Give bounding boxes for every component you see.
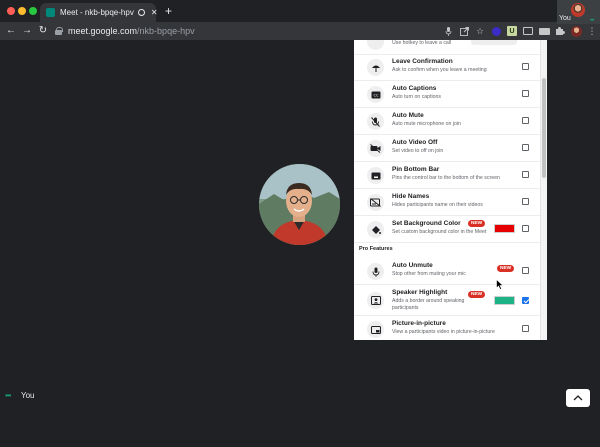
row-title: Auto Captions: [392, 85, 437, 92]
row-desc: Pins the control bar to the bottom of th…: [392, 175, 500, 181]
scrollbar-thumb[interactable]: [542, 78, 546, 178]
video-off-icon: [367, 140, 384, 157]
highlight-color-swatch[interactable]: [494, 296, 515, 305]
expand-controls-button[interactable]: [566, 389, 590, 407]
browser-window: Meet - nkb-bpqe-hpv ✕ + ← → ↻ meet.googl…: [0, 0, 600, 447]
extension-purple-icon[interactable]: [488, 22, 504, 40]
maximize-window-button[interactable]: [29, 7, 37, 15]
new-badge: NEW: [468, 291, 486, 298]
bookmark-star-icon[interactable]: ☆: [472, 22, 488, 40]
settings-row-hide-names: Hide Names Hides participants name on th…: [354, 189, 541, 216]
row-desc: Set video to off on join: [392, 148, 444, 154]
extension-box-icon[interactable]: [520, 22, 536, 40]
participant-avatar: [259, 164, 340, 245]
settings-row-auto-video-off: Auto Video Off Set video to off on join: [354, 135, 541, 162]
row-title: Pin Bottom Bar: [392, 166, 440, 173]
extension-camera-icon[interactable]: [536, 22, 552, 40]
row-desc: View a participants video in picture-in-…: [392, 329, 495, 335]
row-desc: Ask to confirm when you leave a meeting: [392, 67, 487, 73]
hotkey-icon: [367, 40, 384, 50]
open-external-icon[interactable]: [456, 22, 472, 40]
row-title: Set Background Color: [392, 220, 461, 227]
background-color-checkbox[interactable]: [522, 225, 529, 232]
row-desc: Set custom background color in the Meet: [392, 229, 487, 235]
hide-names-checkbox[interactable]: [522, 198, 529, 205]
tab-strip: Meet - nkb-bpqe-hpv ✕ +: [0, 0, 600, 22]
row-title: Speaker Highlight: [392, 289, 448, 296]
pin-bar-icon: [367, 167, 384, 184]
row-title: Leave Confirmation: [392, 58, 453, 65]
meet-favicon-icon: [46, 8, 55, 17]
row-desc: Stop other from muting your mic: [392, 271, 466, 277]
settings-row-picture-in-picture: Picture-in-picture View a participants v…: [354, 316, 541, 340]
speaker-highlight-checkbox[interactable]: [522, 297, 529, 304]
forward-button[interactable]: →: [19, 22, 35, 40]
row-title: Auto Video Off: [392, 139, 438, 146]
extension-settings-panel: Use hotkey to leave a call Leave Confirm…: [354, 40, 547, 340]
toolbar-icons: ☆ U ⋮: [440, 22, 600, 40]
microphone-icon: [367, 263, 384, 280]
new-tab-button[interactable]: +: [165, 5, 172, 17]
row-title: Picture-in-picture: [392, 320, 446, 327]
profile-avatar[interactable]: [568, 22, 584, 40]
auto-unmute-checkbox[interactable]: [522, 267, 529, 274]
picture-in-picture-icon: [367, 321, 384, 338]
captions-icon: CC: [367, 86, 384, 103]
url-host: meet.google.com: [68, 26, 138, 36]
new-badge: NEW: [468, 220, 486, 227]
background-color-swatch[interactable]: [494, 224, 515, 233]
tooltip-fragment: [471, 40, 517, 45]
browser-tab-meet[interactable]: Meet - nkb-bpqe-hpv ✕: [40, 3, 158, 22]
mouse-cursor-icon: [496, 279, 504, 290]
tab-title: Meet - nkb-bpqe-hpv: [60, 8, 134, 17]
settings-row-auto-captions: CC Auto Captions Auto turn on captions: [354, 81, 541, 108]
auto-mute-checkbox[interactable]: [522, 117, 529, 124]
row-title: Auto Unmute: [392, 262, 433, 269]
row-title: Auto Mute: [392, 112, 424, 119]
settings-row-leave-confirmation: Leave Confirmation Ask to confirm when y…: [354, 54, 541, 81]
settings-row-speaker-highlight: Speaker Highlight NEW Adds a border arou…: [354, 285, 541, 316]
self-avatar: [571, 3, 585, 17]
bottom-more-icon[interactable]: •••: [5, 391, 11, 400]
browser-toolbar: ← → ↻ meet.google.com/nkb-bpqe-hpv ☆ U ⋮: [0, 22, 600, 40]
recording-indicator-icon: [137, 9, 145, 16]
self-view-more-icon[interactable]: •••: [590, 18, 594, 24]
svg-text:CC: CC: [373, 93, 379, 97]
mic-off-icon: [367, 113, 384, 130]
settings-row-background-color: Set Background Color NEW Set custom back…: [354, 216, 541, 243]
panel-scrollbar[interactable]: [540, 40, 547, 340]
settings-row-auto-unmute: Auto Unmute NEW Stop other from muting y…: [354, 258, 541, 285]
self-view-label: You: [559, 15, 571, 22]
umbrella-icon: [367, 59, 384, 76]
hide-names-icon: [367, 194, 384, 211]
close-window-button[interactable]: [7, 7, 15, 15]
reload-button[interactable]: ↻: [35, 22, 51, 40]
chevron-up-icon: [573, 395, 583, 401]
row-desc: Hides participants name on their videos: [392, 202, 483, 208]
leave-confirmation-checkbox[interactable]: [522, 63, 529, 70]
lock-icon: [55, 27, 63, 35]
row-title: Hide Names: [392, 193, 430, 200]
chrome-menu-icon[interactable]: ⋮: [584, 22, 600, 40]
minimize-window-button[interactable]: [18, 7, 26, 15]
picture-in-picture-checkbox[interactable]: [522, 325, 529, 332]
auto-video-off-checkbox[interactable]: [522, 144, 529, 151]
auto-captions-checkbox[interactable]: [522, 90, 529, 97]
close-tab-icon[interactable]: ✕: [151, 8, 158, 17]
back-button[interactable]: ←: [3, 22, 19, 40]
speaker-highlight-icon: [367, 292, 384, 309]
pin-bottom-bar-checkbox[interactable]: [522, 171, 529, 178]
pro-features-heading: Pro Features: [359, 246, 393, 252]
row-desc: Auto mute microphone on join: [392, 121, 461, 127]
microphone-icon[interactable]: [440, 22, 456, 40]
url-path: /nkb-bpqe-hpv: [137, 26, 195, 36]
settings-row-auto-mute: Auto Mute Auto mute microphone on join: [354, 108, 541, 135]
settings-row-pin-bottom-bar: Pin Bottom Bar Pins the control bar to t…: [354, 162, 541, 189]
row-desc: Adds a border around speaking participan…: [392, 298, 465, 311]
row-desc: Auto turn on captions: [392, 94, 442, 100]
paint-bucket-icon: [367, 221, 384, 238]
bottom-participant-name: You: [21, 391, 35, 400]
extensions-puzzle-icon[interactable]: [552, 22, 568, 40]
extension-u-icon[interactable]: U: [504, 22, 520, 40]
